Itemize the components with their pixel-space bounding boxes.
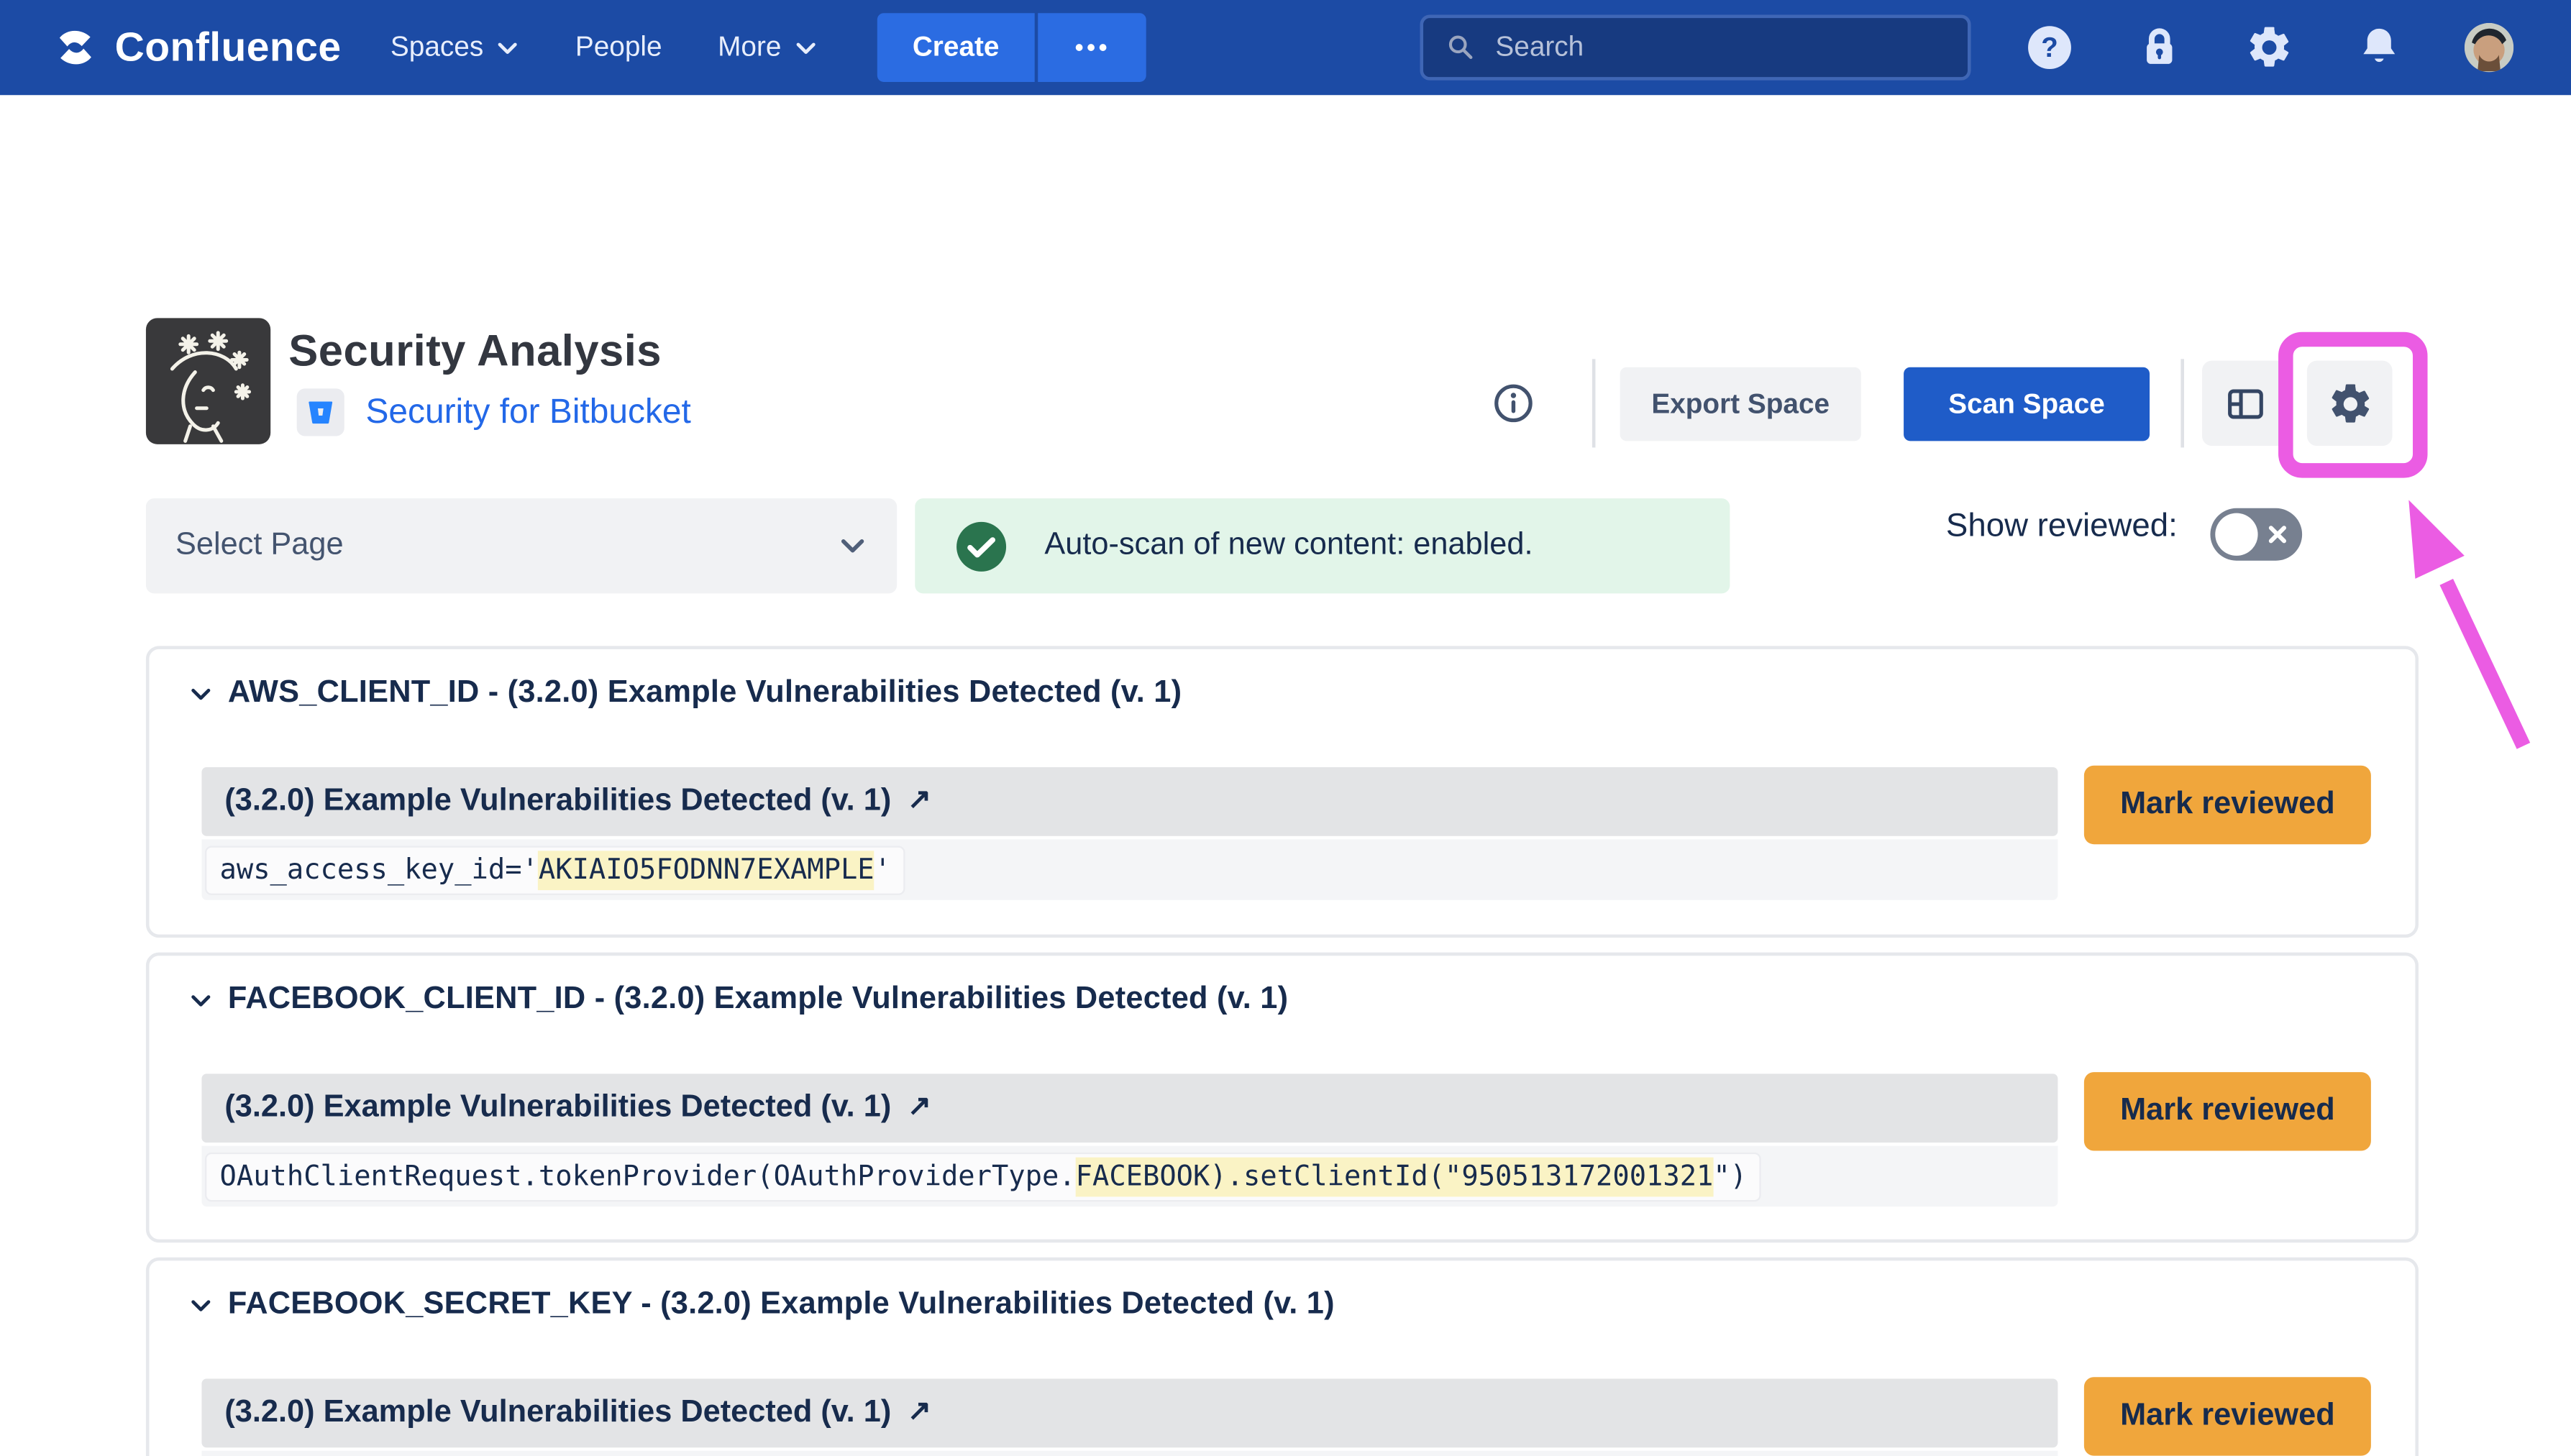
- help-icon[interactable]: ?: [2025, 23, 2074, 72]
- toggle-pill[interactable]: [2210, 508, 2302, 561]
- findings-list: AWS_CLIENT_ID - (3.2.0) Example Vulnerab…: [146, 646, 2419, 1456]
- export-space-button[interactable]: Export Space: [1620, 367, 1861, 441]
- notification-icon[interactable]: [2355, 23, 2403, 72]
- show-reviewed-toggle[interactable]: [2210, 508, 2302, 561]
- code-snippet: aws_access_key_id='AKIAIO5FODNN7EXAMPLE': [205, 845, 906, 894]
- mark-reviewed-button[interactable]: Mark reviewed: [2084, 1377, 2371, 1455]
- create-button-group: Create •••: [877, 13, 1147, 82]
- confluence-app: Confluence Spaces People More Create •••: [0, 0, 2571, 1456]
- mark-reviewed-button[interactable]: Mark reviewed: [2084, 766, 2371, 844]
- toggle-knob: [2215, 513, 2257, 556]
- finding-card-facebook-client-id: FACEBOOK_CLIENT_ID - (3.2.0) Example Vul…: [146, 953, 2419, 1243]
- scan-space-button[interactable]: Scan Space: [1904, 367, 2150, 441]
- finding-title: AWS_CLIENT_ID - (3.2.0) Example Vulnerab…: [228, 675, 1182, 711]
- external-link-icon: ↗: [908, 1090, 931, 1123]
- space-settings-gear-icon: [2326, 380, 2373, 427]
- toggle-off-x-icon: [2266, 523, 2289, 546]
- space-avatar[interactable]: [146, 318, 270, 444]
- confluence-logo-icon: [51, 23, 100, 72]
- external-link-icon: ↗: [908, 784, 931, 817]
- finding-title-row: FACEBOOK_SECRET_KEY - (3.2.0) Example Vu…: [188, 1287, 1335, 1323]
- code-post: "): [1713, 1160, 1747, 1193]
- code-row: aws_access_key_id='AKIAIO5FODNN7EXAMPLE': [201, 839, 2058, 899]
- finding-title-row: FACEBOOK_CLIENT_ID - (3.2.0) Example Vul…: [188, 982, 1288, 1018]
- success-check-icon: [954, 519, 1008, 573]
- finding-title: FACEBOOK_SECRET_KEY - (3.2.0) Example Vu…: [228, 1287, 1335, 1323]
- search-input[interactable]: [1495, 31, 1945, 64]
- page-content: Security Analysis Security for Bitbucket…: [0, 95, 2571, 1455]
- lock-icon[interactable]: [2135, 23, 2184, 72]
- chevron-down-icon: [793, 35, 817, 60]
- external-link-icon: ↗: [908, 1395, 931, 1428]
- create-button[interactable]: Create: [877, 13, 1036, 82]
- finding-page-link[interactable]: (3.2.0) Example Vulnerabilities Detected…: [224, 1395, 891, 1431]
- chevron-down-icon: [495, 35, 519, 60]
- space-avatar-doodle: [146, 318, 270, 444]
- nav-item-spaces[interactable]: Spaces: [391, 31, 519, 64]
- finding-card-aws-client-id: AWS_CLIENT_ID - (3.2.0) Example Vulnerab…: [146, 646, 2419, 938]
- nav-right-section: ?: [1420, 15, 2513, 81]
- search-box[interactable]: [1420, 15, 1971, 81]
- space-home-link[interactable]: Security for Bitbucket: [365, 393, 690, 432]
- autoscan-banner-text: Auto-scan of new content: enabled.: [1044, 528, 1533, 564]
- sidebar-layout-icon: [2223, 381, 2268, 426]
- brand-wordmark: Confluence: [115, 24, 342, 71]
- collapse-chevron-icon[interactable]: [188, 1293, 213, 1317]
- select-page-label: Select Page: [175, 528, 344, 564]
- nav-item-more[interactable]: More: [718, 31, 817, 64]
- select-page-dropdown[interactable]: Select Page: [146, 498, 897, 593]
- nav-menu: Spaces People More: [391, 31, 818, 64]
- code-row: const fb_secret = "3b2e464637e5159024254…: [201, 1451, 2058, 1456]
- finding-title: FACEBOOK_CLIENT_ID - (3.2.0) Example Vul…: [228, 982, 1288, 1018]
- nav-item-people[interactable]: People: [575, 31, 662, 64]
- finding-card-facebook-secret-key: FACEBOOK_SECRET_KEY - (3.2.0) Example Vu…: [146, 1258, 2419, 1456]
- code-pre: OAuthClientRequest.tokenProvider(OAuthPr…: [220, 1160, 1076, 1193]
- finding-title-row: AWS_CLIENT_ID - (3.2.0) Example Vulnerab…: [188, 675, 1182, 711]
- finding-page-link-bar[interactable]: (3.2.0) Example Vulnerabilities Detected…: [201, 1073, 2058, 1143]
- finding-page-link-bar[interactable]: (3.2.0) Example Vulnerabilities Detected…: [201, 767, 2058, 836]
- nav-icon-group: ?: [2025, 23, 2513, 72]
- sidebar-layout-button[interactable]: [2202, 361, 2288, 447]
- code-highlight: AKIAIO5FODNN7EXAMPLE: [539, 850, 874, 889]
- code-snippet: OAuthClientRequest.tokenProvider(OAuthPr…: [205, 1152, 1762, 1201]
- show-reviewed-label-wrap: Show reviewed:: [1946, 508, 2178, 546]
- bitbucket-icon: [303, 395, 338, 429]
- divider: [2180, 359, 2184, 447]
- search-icon: [1446, 31, 1476, 64]
- nav-item-label: Spaces: [391, 31, 483, 64]
- confluence-brand[interactable]: Confluence: [51, 23, 342, 72]
- create-more-actions-button[interactable]: •••: [1038, 13, 1146, 82]
- code-post: ': [874, 853, 891, 887]
- nav-item-label: People: [575, 31, 662, 64]
- mark-reviewed-button[interactable]: Mark reviewed: [2084, 1072, 2371, 1150]
- nav-item-label: More: [718, 31, 781, 64]
- collapse-chevron-icon[interactable]: [188, 988, 213, 1012]
- page-title: Security Analysis: [288, 326, 662, 377]
- finding-page-link-bar[interactable]: (3.2.0) Example Vulnerabilities Detected…: [201, 1378, 2058, 1447]
- code-row: OAuthClientRequest.tokenProvider(OAuthPr…: [201, 1146, 2058, 1207]
- space-settings-button[interactable]: [2307, 361, 2393, 447]
- divider: [1592, 359, 1596, 447]
- svg-text:?: ?: [2041, 32, 2058, 63]
- info-icon[interactable]: [1492, 382, 1535, 424]
- space-link-row: Security for Bitbucket: [297, 388, 691, 436]
- code-highlight: FACEBOOK).setClientId("950513172001321: [1076, 1157, 1714, 1196]
- settings-gear-icon[interactable]: [2245, 23, 2293, 72]
- autoscan-banner: Auto-scan of new content: enabled.: [915, 498, 1730, 593]
- chevron-down-icon: [838, 531, 867, 561]
- show-reviewed-label: Show reviewed:: [1946, 508, 2178, 546]
- finding-page-link[interactable]: (3.2.0) Example Vulnerabilities Detected…: [224, 784, 891, 820]
- finding-page-link[interactable]: (3.2.0) Example Vulnerabilities Detected…: [224, 1090, 891, 1126]
- code-pre: aws_access_key_id=': [220, 853, 539, 887]
- top-navigation-bar: Confluence Spaces People More Create •••: [0, 0, 2571, 95]
- bitbucket-tile: [297, 388, 344, 436]
- flower-asterisks: [181, 333, 250, 398]
- collapse-chevron-icon[interactable]: [188, 681, 213, 705]
- user-avatar[interactable]: [2465, 23, 2513, 72]
